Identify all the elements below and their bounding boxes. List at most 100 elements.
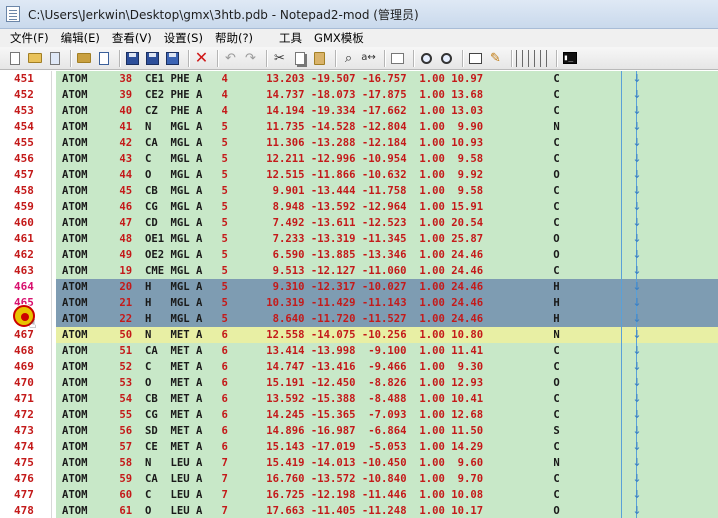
editor-line[interactable]: 474 ATOM 57 CE MET A 6 15.143 -17.019 -5.…: [0, 439, 718, 455]
line-text[interactable]: ATOM 41 N MGL A 5 11.735 -14.528 -12.804…: [62, 119, 632, 135]
reopen-icon[interactable]: [46, 50, 63, 67]
line-text[interactable]: ATOM 48 OE1 MGL A 5 7.233 -13.319 -11.34…: [62, 231, 632, 247]
line-text[interactable]: ATOM 51 CA MET A 6 13.414 -13.998 -9.100…: [62, 343, 632, 359]
word-wrap-icon[interactable]: [389, 50, 406, 67]
redo-icon[interactable]: ↷: [242, 50, 259, 67]
line-text[interactable]: ATOM 55 CG MET A 6 14.245 -15.365 -7.093…: [62, 407, 632, 423]
line-text[interactable]: ATOM 22 H MGL A 5 8.640 -11.720 -11.527 …: [62, 311, 632, 327]
browse-icon[interactable]: [75, 50, 92, 67]
editor-line[interactable]: 470 ATOM 53 O MET A 6 15.191 -12.450 -8.8…: [0, 375, 718, 391]
line-text[interactable]: ATOM 39 CE2 PHE A 4 14.737 -18.073 -17.8…: [62, 87, 632, 103]
line-number: 459: [14, 200, 34, 213]
editor-line[interactable]: 453 ATOM 40 CZ PHE A 4 14.194 -19.334 -17…: [0, 103, 718, 119]
menu-file[interactable]: 文件(F): [4, 30, 55, 46]
menu-view[interactable]: 查看(V): [106, 30, 158, 46]
editor-line[interactable]: 476 ATOM 59 CA LEU A 7 16.760 -13.572 -10…: [0, 471, 718, 487]
line-text[interactable]: ATOM 56 SD MET A 6 14.896 -16.987 -6.864…: [62, 423, 632, 439]
paste-icon[interactable]: [311, 50, 328, 67]
toolbar-spacer: [528, 49, 529, 67]
line-text[interactable]: ATOM 47 CD MGL A 5 7.492 -13.611 -12.523…: [62, 215, 632, 231]
editor-line[interactable]: 457 ATOM 44 O MGL A 5 12.515 -11.866 -10.…: [0, 167, 718, 183]
line-text[interactable]: ATOM 61 O LEU A 7 17.663 -11.405 -11.248…: [62, 503, 632, 518]
line-text[interactable]: ATOM 52 C MET A 6 14.747 -13.416 -9.466 …: [62, 359, 632, 375]
line-text[interactable]: ATOM 53 O MET A 6 15.191 -12.450 -8.826 …: [62, 375, 632, 391]
copy-icon[interactable]: [291, 50, 308, 67]
editor-line[interactable]: 473 ATOM 56 SD MET A 6 14.896 -16.987 -6.…: [0, 423, 718, 439]
scheme-icon[interactable]: [467, 50, 484, 67]
editor-line[interactable]: 458 ATOM 45 CB MGL A 5 9.901 -13.444 -11.…: [0, 183, 718, 199]
line-text[interactable]: ATOM 49 OE2 MGL A 5 6.590 -13.885 -13.34…: [62, 247, 632, 263]
zoom-in-icon[interactable]: [418, 50, 435, 67]
editor-line[interactable]: 452 ATOM 39 CE2 PHE A 4 14.737 -18.073 -1…: [0, 87, 718, 103]
editor-line[interactable]: 471 ATOM 54 CB MET A 6 13.592 -15.388 -8.…: [0, 391, 718, 407]
edit-scheme-icon[interactable]: ✎: [487, 50, 504, 67]
line-number: 457: [14, 168, 34, 181]
editor-line[interactable]: 460 ATOM 47 CD MGL A 5 7.492 -13.611 -12.…: [0, 215, 718, 231]
line-text[interactable]: ATOM 43 C MGL A 5 12.211 -12.996 -10.954…: [62, 151, 632, 167]
editor-line[interactable]: 456 ATOM 43 C MGL A 5 12.211 -12.996 -10.…: [0, 151, 718, 167]
editor-line[interactable]: 472 ATOM 55 CG MET A 6 14.245 -15.365 -7.…: [0, 407, 718, 423]
menu-tools[interactable]: 工具: [273, 30, 308, 46]
editor-line[interactable]: 478 ATOM 61 O LEU A 7 17.663 -11.405 -11.…: [0, 503, 718, 518]
editor-line[interactable]: 464 ATOM 20 H MGL A 5 9.310 -12.317 -10.0…: [0, 279, 718, 295]
line-text[interactable]: ATOM 46 CG MGL A 5 8.948 -13.592 -12.964…: [62, 199, 632, 215]
editor-line[interactable]: 467 ATOM 50 N MET A 6 12.558 -14.075 -10.…: [0, 327, 718, 343]
toolbar-spacer: [522, 49, 523, 67]
editor-line[interactable]: 463 ATOM 19 CME MGL A 5 9.513 -12.127 -11…: [0, 263, 718, 279]
cut-icon[interactable]: ✂: [271, 50, 288, 67]
line-text[interactable]: ATOM 54 CB MET A 6 13.592 -15.388 -8.488…: [62, 391, 632, 407]
editor-line[interactable]: 468 ATOM 51 CA MET A 6 13.414 -13.998 -9.…: [0, 343, 718, 359]
save-icon[interactable]: [124, 50, 141, 67]
editor-line[interactable]: 459 ATOM 46 CG MGL A 5 8.948 -13.592 -12.…: [0, 199, 718, 215]
line-text[interactable]: ATOM 19 CME MGL A 5 9.513 -12.127 -11.06…: [62, 263, 632, 279]
editor-line[interactable]: 454 ATOM 41 N MGL A 5 11.735 -14.528 -12.…: [0, 119, 718, 135]
line-text[interactable]: ATOM 42 CA MGL A 5 11.306 -13.288 -12.18…: [62, 135, 632, 151]
new-file-icon[interactable]: [6, 50, 23, 67]
line-text[interactable]: ATOM 58 N LEU A 7 15.419 -14.013 -10.450…: [62, 455, 632, 471]
menu-settings[interactable]: 设置(S): [158, 30, 209, 46]
line-text[interactable]: ATOM 40 CZ PHE A 4 14.194 -19.334 -17.66…: [62, 103, 632, 119]
editor-area[interactable]: 451 ATOM 38 CE1 PHE A 4 13.203 -19.507 -1…: [0, 71, 718, 518]
wrap-arrow-icon: ↓: [632, 88, 642, 101]
long-line-marker: [621, 71, 622, 518]
line-text[interactable]: ATOM 38 CE1 PHE A 4 13.203 -19.507 -16.7…: [62, 71, 632, 87]
close-icon[interactable]: ✕: [193, 50, 210, 67]
toolbar-spacer: [546, 49, 547, 67]
menu-gmx-templates[interactable]: GMX模板: [308, 30, 370, 46]
find-icon[interactable]: ⌕: [340, 50, 357, 67]
toolbar-spacer: [540, 49, 541, 67]
editor-line[interactable]: 475 ATOM 58 N LEU A 7 15.419 -14.013 -10.…: [0, 455, 718, 471]
editor-line[interactable]: 455 ATOM 42 CA MGL A 5 11.306 -13.288 -12…: [0, 135, 718, 151]
editor-line[interactable]: 465 ATOM 21 H MGL A 5 10.319 -11.429 -11.…: [0, 295, 718, 311]
editor-line[interactable]: 477 ATOM 60 C LEU A 7 16.725 -12.198 -11.…: [0, 487, 718, 503]
editor-line[interactable]: 466ATOM 22 H MGL A 5 8.640 -11.720 -11.5…: [0, 311, 718, 327]
replace-icon[interactable]: a↔: [360, 50, 377, 67]
toolbar-separator: [384, 49, 385, 67]
wrap-arrow-icon: ↓: [632, 120, 642, 133]
line-text[interactable]: ATOM 60 C LEU A 7 16.725 -12.198 -11.446…: [62, 487, 632, 503]
line-text[interactable]: ATOM 59 CA LEU A 7 16.760 -13.572 -10.84…: [62, 471, 632, 487]
line-number: 470: [14, 376, 34, 389]
save-as-icon[interactable]: [144, 50, 161, 67]
menu-help[interactable]: 帮助(?): [209, 30, 259, 46]
menu-edit[interactable]: 编辑(E): [55, 30, 106, 46]
open-with-icon[interactable]: [95, 50, 112, 67]
line-text[interactable]: ATOM 50 N MET A 6 12.558 -14.075 -10.256…: [62, 327, 632, 343]
line-text[interactable]: ATOM 20 H MGL A 5 9.310 -12.317 -10.027 …: [62, 279, 632, 295]
undo-icon[interactable]: ↶: [222, 50, 239, 67]
line-text[interactable]: ATOM 57 CE MET A 6 15.143 -17.019 -5.053…: [62, 439, 632, 455]
editor-line[interactable]: 461 ATOM 48 OE1 MGL A 5 7.233 -13.319 -11…: [0, 231, 718, 247]
line-text[interactable]: ATOM 44 O MGL A 5 12.515 -11.866 -10.632…: [62, 167, 632, 183]
open-folder-icon[interactable]: [26, 50, 43, 67]
editor-line[interactable]: 462 ATOM 49 OE2 MGL A 5 6.590 -13.885 -13…: [0, 247, 718, 263]
line-text[interactable]: ATOM 45 CB MGL A 5 9.901 -13.444 -11.758…: [62, 183, 632, 199]
editor-line[interactable]: 451 ATOM 38 CE1 PHE A 4 13.203 -19.507 -1…: [0, 71, 718, 87]
terminal-icon[interactable]: ▮_: [561, 50, 578, 67]
wrap-arrow-icon: ↓: [632, 392, 642, 405]
zoom-out-icon[interactable]: [438, 50, 455, 67]
save-copy-icon[interactable]: [164, 50, 181, 67]
wrap-arrow-icon: ↓: [632, 264, 642, 277]
editor-line[interactable]: 469 ATOM 52 C MET A 6 14.747 -13.416 -9.4…: [0, 359, 718, 375]
line-text[interactable]: ATOM 21 H MGL A 5 10.319 -11.429 -11.143…: [62, 295, 632, 311]
wrap-arrow-icon: ↓: [632, 328, 642, 341]
